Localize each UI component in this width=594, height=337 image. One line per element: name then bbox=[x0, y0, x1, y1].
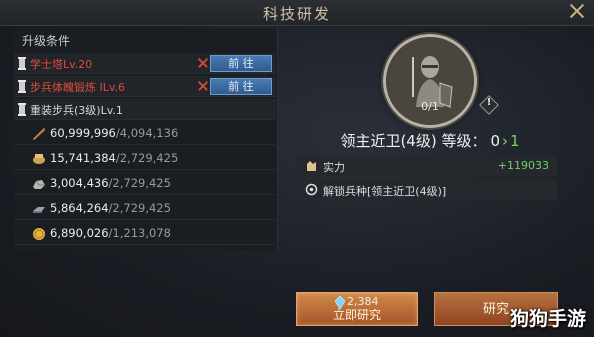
unlock-icon bbox=[305, 183, 318, 196]
iron-icon bbox=[33, 207, 45, 213]
unmet-x-icon bbox=[196, 78, 210, 92]
resource-owned: 60,999,996 bbox=[50, 126, 116, 140]
stone-icon bbox=[33, 180, 45, 189]
stat-value: +119033 bbox=[497, 159, 549, 172]
requirement-label: 重装步兵(3级)Lv.1 bbox=[30, 104, 123, 117]
tech-name: 领主近卫(4级) 等级： bbox=[340, 132, 487, 150]
resource-row: 5,864,264/2,729,425 bbox=[14, 197, 276, 220]
tower-icon bbox=[18, 80, 26, 93]
watermark: 狗狗手游 bbox=[509, 308, 586, 330]
stat-row: 解锁兵种[领主近卫(4级)] bbox=[297, 180, 557, 200]
next-level: 1 bbox=[510, 132, 520, 150]
resource-row: 15,741,384/2,729,425 bbox=[14, 147, 276, 170]
resource-required: /4,094,136 bbox=[115, 126, 179, 140]
resource-row: 3,004,436/2,729,425 bbox=[14, 172, 276, 195]
resource-owned: 3,004,436 bbox=[50, 176, 109, 190]
resource-row: 60,999,996/4,094,136 bbox=[14, 122, 276, 145]
requirement-label: 学士塔Lv.20 bbox=[30, 58, 93, 71]
stat-row: 实力 +119033 bbox=[297, 156, 557, 176]
resource-owned: 5,864,264 bbox=[50, 201, 109, 215]
unit-progress: 0/1 bbox=[421, 100, 439, 113]
resource-required: /1,213,078 bbox=[108, 226, 171, 240]
tower-icon bbox=[18, 103, 26, 116]
page-title: 科技研发 bbox=[262, 5, 331, 23]
requirement-row: 步兵体魄锻炼 ILv.6 前 往 bbox=[14, 76, 276, 97]
food-icon bbox=[33, 154, 45, 164]
tech-level: 领主近卫(4级) 等级： 0 › 1 bbox=[300, 130, 560, 151]
unmet-x-icon bbox=[196, 55, 210, 69]
power-icon bbox=[307, 161, 316, 171]
requirement-label: 步兵体魄锻炼 ILv.6 bbox=[30, 81, 126, 94]
resource-required: /2,729,425 bbox=[108, 201, 171, 215]
gold-icon bbox=[33, 228, 45, 240]
resource-owned: 15,741,384 bbox=[50, 151, 116, 165]
goto-button[interactable]: 前 往 bbox=[210, 55, 272, 72]
resource-required: /2,729,425 bbox=[115, 151, 179, 165]
tech-portrait[interactable] bbox=[383, 34, 477, 128]
resource-row: 6,890,026/1,213,078 bbox=[14, 222, 276, 245]
stat-label: 解锁兵种[领主近卫(4级)] bbox=[323, 185, 447, 198]
level-arrow: › bbox=[502, 132, 509, 150]
title-bar: 科技研发 bbox=[0, 0, 594, 26]
wood-icon bbox=[33, 128, 46, 140]
tower-icon bbox=[18, 57, 26, 70]
instant-research-label: 立即研究 bbox=[332, 308, 381, 322]
stat-label: 实力 bbox=[323, 161, 345, 174]
warning-icon: ! bbox=[486, 97, 492, 108]
current-level: 0 bbox=[490, 132, 501, 150]
close-icon[interactable] bbox=[566, 0, 588, 22]
goto-button[interactable]: 前 往 bbox=[210, 78, 272, 95]
instant-research-button[interactable]: 2,384 立即研究 bbox=[296, 292, 418, 326]
resource-required: /2,729,425 bbox=[108, 176, 171, 190]
requirement-row: 重装步兵(3级)Lv.1 bbox=[14, 99, 276, 120]
resource-owned: 6,890,026 bbox=[50, 226, 109, 240]
requirements-title: 升级条件 bbox=[22, 34, 71, 48]
requirement-row: 学士塔Lv.20 前 往 bbox=[14, 53, 276, 74]
